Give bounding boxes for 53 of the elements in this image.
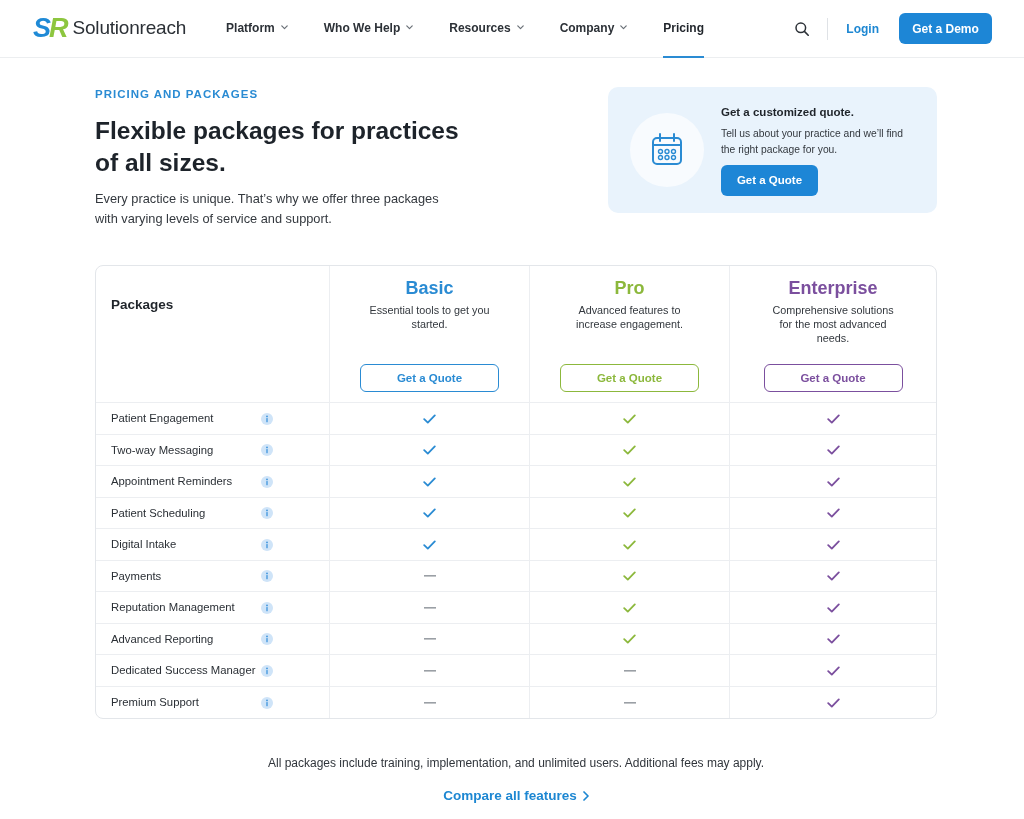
info-icon[interactable] [261,633,273,645]
intro-text: Every practice is unique. That’s why we offer three packages with varying levels of service and support. [95,190,440,229]
section-eyebrow: PRICING AND PACKAGES [95,87,260,102]
login-link[interactable]: Login [846,19,879,38]
plan-name: Enterprise [788,277,878,300]
info-icon[interactable] [261,601,273,614]
caret-icon [280,25,288,30]
nav-link[interactable]: Platform [226,0,288,58]
info-icon[interactable] [261,475,273,488]
compare-link[interactable]: Compare all features [443,786,589,807]
feature-name: Digital Intake [111,537,178,553]
nav-link[interactable]: Who We Help [323,0,414,58]
info-icon[interactable] [261,570,273,582]
packages-label: Packages [110,296,175,315]
feature-name: Premium Support [111,695,200,711]
feature-name: Appointment Reminders [111,474,234,490]
nav-link[interactable]: Company [559,0,628,58]
feature-name: Advanced Reporting [111,631,215,647]
quote-button[interactable]: Get a Quote [763,364,903,393]
page-heading: Flexible packages for practices of all sizes. [95,116,460,179]
logo-mark[interactable]: SR [33,15,67,42]
plan-name: Basic [405,277,454,300]
caret-icon [516,25,524,30]
plan-description: Advanced features to increase engagement. [575,303,684,332]
feature-name: Payments [111,568,163,584]
calendar-icon [630,113,704,187]
info-icon[interactable] [261,444,273,456]
info-icon[interactable] [261,538,273,551]
info-icon[interactable] [261,412,273,425]
quote-text: Tell us about your practice and we’ll find the right package for you. [721,126,904,157]
demo-button[interactable]: Get a Demo [899,13,992,44]
info-icon[interactable] [261,507,273,519]
quote-title: Get a customized quote. [721,105,855,121]
feature-name: Patient Engagement [111,411,215,427]
feature-name: Patient Scheduling [111,505,207,521]
plan-name: Pro [614,277,645,300]
feature-name: Two-way Messaging [111,442,215,458]
chevron-right-icon [582,791,589,802]
caret-icon [620,25,628,30]
search-icon[interactable] [795,21,810,36]
info-icon[interactable] [261,696,273,709]
feature-name: Reputation Management [111,600,236,616]
info-icon[interactable] [261,664,273,677]
quote-button[interactable]: Get a Quote [721,164,818,196]
brand-name[interactable]: Solutionreach [72,14,187,43]
footer-note: All packages include training, implementation, and unlimited users. Additional fees may apply. [266,755,766,773]
plan-description: Comprehensive solutions for the most advanced needs. [771,303,895,346]
plan-description: Essential tools to get you started. [368,303,491,332]
nav-link[interactable]: Pricing [663,0,704,58]
feature-name: Dedicated Success Manager [111,663,257,679]
nav-link[interactable]: Resources [449,0,524,58]
caret-icon [406,25,414,30]
quote-button[interactable]: Get a Quote [360,364,499,393]
